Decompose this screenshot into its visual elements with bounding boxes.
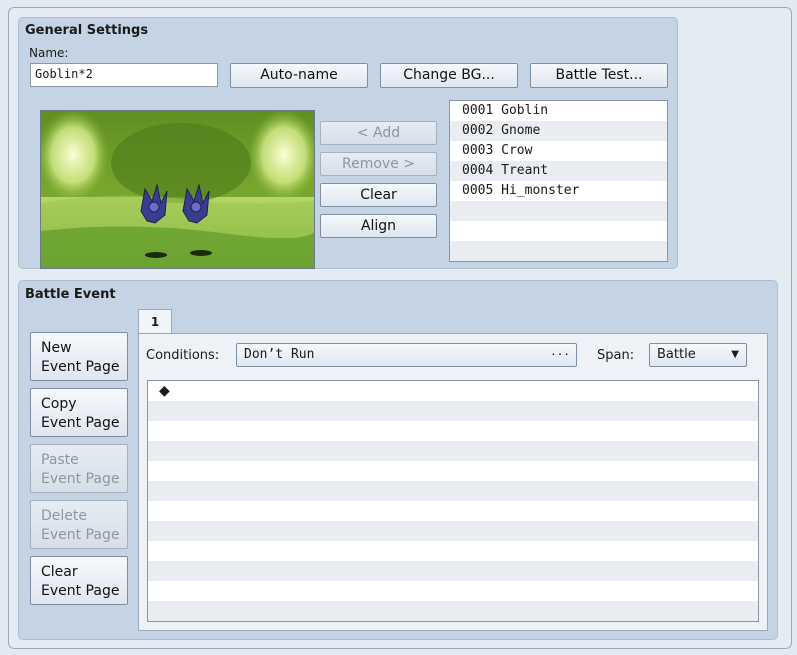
- conditions-label: Conditions:: [146, 348, 220, 363]
- list-item-empty: [450, 221, 667, 241]
- remove-enemy-button[interactable]: Remove >: [320, 152, 437, 176]
- chevron-down-icon: ▼: [731, 349, 739, 360]
- clear-event-page-label-2: Event Page: [41, 583, 120, 599]
- clear-event-page-label-1: Clear: [41, 564, 78, 580]
- table-row: [148, 421, 758, 441]
- event-end-marker-icon: ◆: [159, 383, 170, 399]
- copy-event-page-button[interactable]: Copy Event Page: [30, 388, 128, 437]
- list-item-empty: [450, 201, 667, 221]
- paste-event-page-label-2: Event Page: [41, 471, 120, 487]
- table-row: [148, 501, 758, 521]
- general-settings-group: General Settings Name: Goblin*2 Auto-nam…: [18, 17, 678, 269]
- span-label: Span:: [597, 348, 635, 363]
- list-item-empty: [450, 241, 667, 261]
- list-item[interactable]: 0004 Treant: [450, 161, 667, 181]
- list-item[interactable]: 0005 Hi_monster: [450, 181, 667, 201]
- add-enemy-button[interactable]: < Add: [320, 121, 437, 145]
- conditions-field[interactable]: Don’t Run ···: [236, 343, 577, 367]
- table-row: [148, 561, 758, 581]
- delete-event-page-button[interactable]: Delete Event Page: [30, 500, 128, 549]
- clear-enemies-button[interactable]: Clear: [320, 183, 437, 207]
- paste-event-page-button[interactable]: Paste Event Page: [30, 444, 128, 493]
- list-item[interactable]: 0002 Gnome: [450, 121, 667, 141]
- troop-name-input[interactable]: Goblin*2: [30, 63, 218, 87]
- paste-event-page-label-1: Paste: [41, 452, 79, 468]
- align-enemies-button[interactable]: Align: [320, 214, 437, 238]
- event-page-panel: Conditions: Don’t Run ··· Span: Battle ▼…: [138, 333, 768, 631]
- battle-test-button[interactable]: Battle Test...: [530, 63, 668, 88]
- battle-preview[interactable]: [40, 110, 315, 269]
- enemy-list[interactable]: 0001 Goblin 0002 Gnome 0003 Crow 0004 Tr…: [449, 100, 668, 262]
- new-event-page-label-1: New: [41, 340, 72, 356]
- table-row: [148, 541, 758, 561]
- conditions-value: Don’t Run: [244, 347, 315, 362]
- table-row: [148, 441, 758, 461]
- list-item[interactable]: 0001 Goblin: [450, 101, 667, 121]
- table-row: [148, 481, 758, 501]
- delete-event-page-label-2: Event Page: [41, 527, 120, 543]
- general-settings-title: General Settings: [25, 23, 149, 38]
- event-command-list[interactable]: ◆: [147, 380, 759, 622]
- new-event-page-button[interactable]: New Event Page: [30, 332, 128, 381]
- list-item[interactable]: 0003 Crow: [450, 141, 667, 161]
- event-command-row[interactable]: ◆: [148, 381, 758, 401]
- delete-event-page-label-1: Delete: [41, 508, 87, 524]
- copy-event-page-label-1: Copy: [41, 396, 77, 412]
- name-label: Name:: [29, 46, 69, 60]
- battle-event-title: Battle Event: [25, 287, 116, 302]
- ellipsis-icon: ···: [550, 348, 570, 361]
- copy-event-page-label-2: Event Page: [41, 415, 120, 431]
- table-row: [148, 461, 758, 481]
- table-row: [148, 401, 758, 421]
- change-bg-button[interactable]: Change BG...: [380, 63, 518, 88]
- tab-page-1[interactable]: 1: [138, 309, 172, 334]
- table-row: [148, 601, 758, 621]
- troop-editor-frame: General Settings Name: Goblin*2 Auto-nam…: [8, 7, 792, 649]
- span-select[interactable]: Battle ▼: [649, 343, 747, 367]
- clear-event-page-button[interactable]: Clear Event Page: [30, 556, 128, 605]
- battle-background-image: [41, 111, 314, 268]
- auto-name-button[interactable]: Auto-name: [230, 63, 368, 88]
- table-row: [148, 521, 758, 541]
- span-value: Battle: [657, 347, 696, 362]
- new-event-page-label-2: Event Page: [41, 359, 120, 375]
- table-row: [148, 581, 758, 601]
